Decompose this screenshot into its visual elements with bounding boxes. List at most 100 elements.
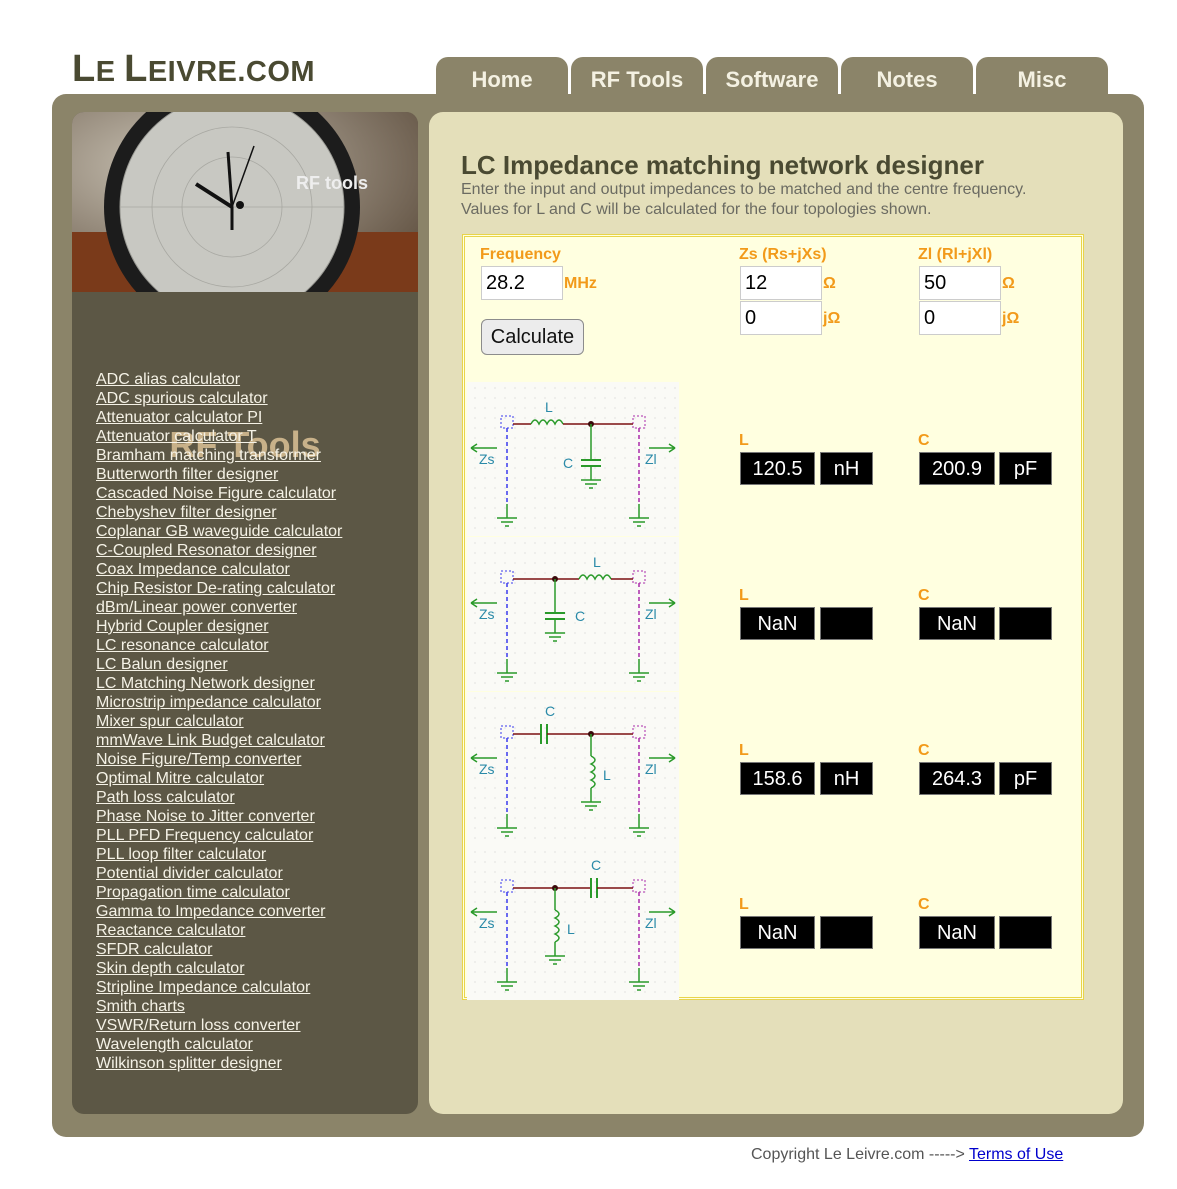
sidebar-link[interactable]: PLL loop filter calculator: [96, 846, 266, 863]
sidebar-link[interactable]: Cascaded Noise Figure calculator: [96, 485, 336, 502]
capacitor-value: 200.9: [919, 452, 995, 485]
svg-text:Zs: Zs: [479, 915, 495, 931]
sidebar-item: ADC spurious calculator: [96, 389, 342, 408]
sidebar-link[interactable]: Phase Noise to Jitter converter: [96, 808, 315, 825]
sidebar-item: Chebyshev filter designer: [96, 503, 342, 522]
site-title-letter-2: L: [124, 48, 148, 90]
capacitor-unit: [999, 916, 1052, 949]
sidebar-item: dBm/Linear power converter: [96, 598, 342, 617]
sidebar-link[interactable]: C-Coupled Resonator designer: [96, 542, 317, 559]
zl-imag-input[interactable]: [919, 301, 1001, 335]
sidebar-item: Stripline Impedance calculator: [96, 978, 342, 997]
capacitor-label: C: [918, 742, 930, 759]
tab-misc[interactable]: Misc: [976, 57, 1108, 95]
sidebar-link[interactable]: Bramham matching transformer: [96, 447, 321, 464]
frequency-unit: MHz: [564, 275, 597, 292]
sidebar-link[interactable]: LC Matching Network designer: [96, 675, 315, 692]
sidebar-item: Cascaded Noise Figure calculator: [96, 484, 342, 503]
sidebar-item: Path loss calculator: [96, 788, 342, 807]
sidebar-item: C-Coupled Resonator designer: [96, 541, 342, 560]
terms-link[interactable]: Terms of Use: [969, 1146, 1063, 1163]
capacitor-value: 264.3: [919, 762, 995, 795]
tab-software[interactable]: Software: [706, 57, 838, 95]
sidebar-link[interactable]: Wilkinson splitter designer: [96, 1055, 282, 1072]
sidebar-link[interactable]: Coax Impedance calculator: [96, 561, 290, 578]
sidebar-link[interactable]: Hybrid Coupler designer: [96, 618, 269, 635]
sidebar-link[interactable]: ADC spurious calculator: [96, 390, 268, 407]
capacitor-value: NaN: [919, 916, 995, 949]
zl-label: Zl (Rl+jXl): [918, 246, 993, 263]
sidebar-item: Wilkinson splitter designer: [96, 1054, 342, 1073]
sidebar-link[interactable]: Skin depth calculator: [96, 960, 245, 977]
sidebar-item: Attenuator calculator PI: [96, 408, 342, 427]
topology-schematic-4: Zs Zl C L: [467, 846, 679, 1000]
sidebar-link[interactable]: Chip Resistor De-rating calculator: [96, 580, 335, 597]
sidebar-item: Coplanar GB waveguide calculator: [96, 522, 342, 541]
sidebar-link[interactable]: LC Balun designer: [96, 656, 228, 673]
sidebar-link[interactable]: Microstrip impedance calculator: [96, 694, 321, 711]
sidebar-item: Gamma to Impedance converter: [96, 902, 342, 921]
sidebar-item: LC Matching Network designer: [96, 674, 342, 693]
calculate-button[interactable]: Calculate: [481, 319, 584, 355]
sidebar-item: Optimal Mitre calculator: [96, 769, 342, 788]
sidebar-link[interactable]: Chebyshev filter designer: [96, 504, 277, 521]
sidebar-link[interactable]: PLL PFD Frequency calculator: [96, 827, 313, 844]
capacitor-unit: pF: [999, 762, 1052, 795]
sidebar-link[interactable]: Attenuator calculator T: [96, 428, 257, 445]
inductor-unit: nH: [820, 762, 873, 795]
svg-text:Zl: Zl: [645, 761, 657, 777]
sidebar-item: Wavelength calculator: [96, 1035, 342, 1054]
sidebar-link[interactable]: Mixer spur calculator: [96, 713, 244, 730]
svg-text:L: L: [545, 399, 553, 415]
svg-text:Zl: Zl: [645, 606, 657, 622]
sidebar-link[interactable]: Gamma to Impedance converter: [96, 903, 325, 920]
banner-image: RF tools: [72, 112, 418, 292]
capacitor-label: C: [918, 587, 930, 604]
sidebar-link[interactable]: Smith charts: [96, 998, 185, 1015]
sidebar-link[interactable]: Butterworth filter designer: [96, 466, 278, 483]
sidebar-link[interactable]: ADC alias calculator: [96, 371, 240, 388]
tab-notes[interactable]: Notes: [841, 57, 973, 95]
sidebar-item: Hybrid Coupler designer: [96, 617, 342, 636]
capacitor-label: C: [918, 896, 930, 913]
zs-real-input[interactable]: [740, 266, 822, 300]
sidebar-item: VSWR/Return loss converter: [96, 1016, 342, 1035]
zs-label: Zs (Rs+jXs): [739, 246, 827, 263]
svg-text:Zl: Zl: [645, 915, 657, 931]
tab-home[interactable]: Home: [436, 57, 568, 95]
svg-text:C: C: [575, 608, 585, 624]
sidebar-link[interactable]: SFDR calculator: [96, 941, 212, 958]
sidebar-link[interactable]: Coplanar GB waveguide calculator: [96, 523, 342, 540]
zs-real-unit: Ω: [823, 275, 836, 292]
sidebar-link[interactable]: Potential divider calculator: [96, 865, 283, 882]
sidebar-link[interactable]: VSWR/Return loss converter: [96, 1017, 301, 1034]
sidebar-link[interactable]: Attenuator calculator PI: [96, 409, 262, 426]
sidebar-item: Attenuator calculator T: [96, 427, 342, 446]
sidebar-link[interactable]: Noise Figure/Temp converter: [96, 751, 301, 768]
tab-rf-tools[interactable]: RF Tools: [571, 57, 703, 95]
sidebar-link[interactable]: Stripline Impedance calculator: [96, 979, 310, 996]
sidebar-link[interactable]: Optimal Mitre calculator: [96, 770, 264, 787]
capacitor-value: NaN: [919, 607, 995, 640]
site-title[interactable]: LE LEIVRE.COM: [72, 48, 315, 91]
sidebar-link[interactable]: dBm/Linear power converter: [96, 599, 297, 616]
sidebar-link[interactable]: Propagation time calculator: [96, 884, 290, 901]
sidebar-item: PLL loop filter calculator: [96, 845, 342, 864]
sidebar-link[interactable]: LC resonance calculator: [96, 637, 269, 654]
capacitor-unit: pF: [999, 452, 1052, 485]
frequency-input[interactable]: [481, 266, 563, 300]
zs-imag-unit: jΩ: [823, 310, 841, 327]
sidebar-links: ADC alias calculator ADC spurious calcula…: [96, 370, 342, 1073]
zs-imag-input[interactable]: [740, 301, 822, 335]
inductor-label: L: [739, 432, 749, 449]
sidebar-link[interactable]: mmWave Link Budget calculator: [96, 732, 325, 749]
inductor-value: 120.5: [740, 452, 815, 485]
sidebar-item: SFDR calculator: [96, 940, 342, 959]
zl-real-input[interactable]: [919, 266, 1001, 300]
page-title: LC Impedance matching network designer: [461, 150, 984, 180]
sidebar-link[interactable]: Path loss calculator: [96, 789, 235, 806]
svg-text:Zs: Zs: [479, 451, 495, 467]
sidebar-link[interactable]: Wavelength calculator: [96, 1036, 253, 1053]
svg-text:C: C: [545, 703, 555, 719]
sidebar-link[interactable]: Reactance calculator: [96, 922, 245, 939]
